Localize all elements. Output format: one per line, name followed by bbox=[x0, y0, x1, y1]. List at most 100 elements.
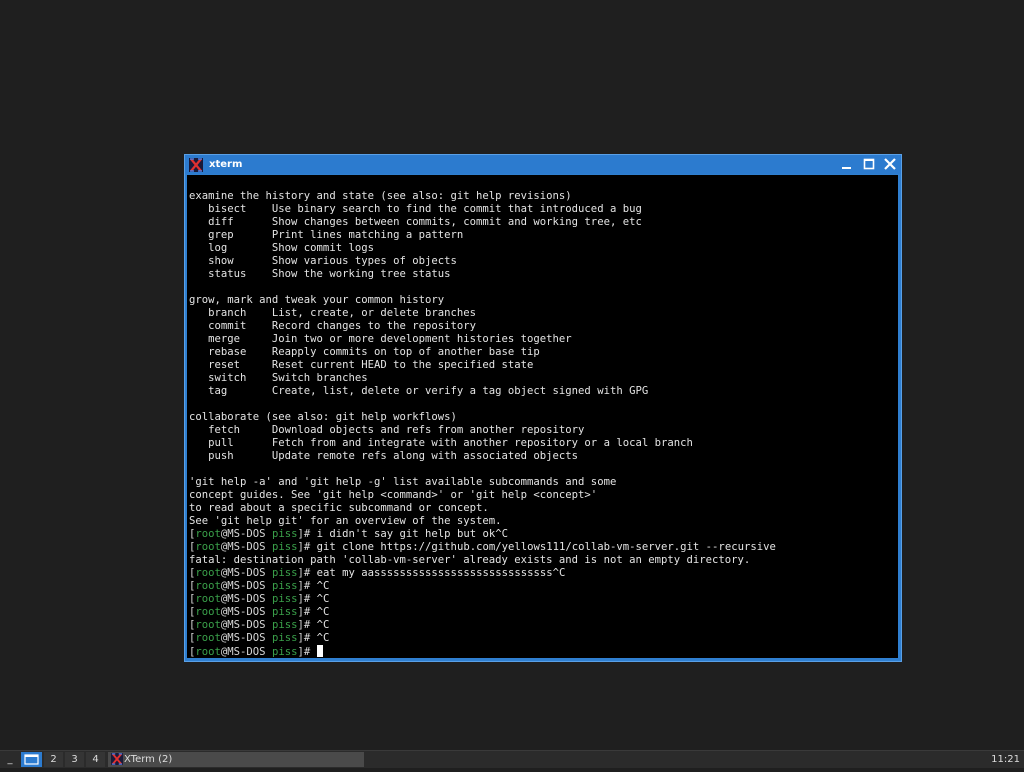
prompt-punctuation: ]# bbox=[297, 541, 317, 553]
terminal-prompt-line: [root@MS-DOS piss]# ^C bbox=[189, 632, 776, 645]
terminal-line: diff Show changes between commits, commi… bbox=[189, 216, 642, 228]
terminal-prompt-line: [root@MS-DOS piss]# ^C bbox=[189, 593, 776, 606]
minimize-icon[interactable] bbox=[839, 157, 855, 172]
prompt-punctuation: ]# bbox=[297, 593, 317, 605]
prompt-dir: piss bbox=[271, 619, 298, 631]
terminal-line: bisect Use binary search to find the com… bbox=[189, 203, 642, 215]
prompt-user: root bbox=[195, 593, 221, 605]
prompt-dir: piss bbox=[271, 541, 298, 553]
window-title: xterm bbox=[209, 159, 243, 170]
terminal-line: fatal: destination path 'collab-vm-serve… bbox=[189, 554, 751, 566]
terminal-line: grep Print lines matching a pattern bbox=[189, 229, 464, 241]
terminal-line: to read about a specific subcommand or c… bbox=[189, 502, 489, 514]
close-icon[interactable] bbox=[882, 157, 898, 172]
prompt-host: MS-DOS bbox=[227, 593, 266, 605]
desktop: xterm examine the history and state (see… bbox=[0, 0, 1024, 750]
prompt-command: eat my aassssssssssssssssssssssssssss^C bbox=[316, 567, 566, 579]
desktop-switcher-1[interactable] bbox=[21, 752, 42, 767]
prompt-host: MS-DOS bbox=[227, 646, 266, 658]
terminal-line: pull Fetch from and integrate with anoth… bbox=[189, 437, 693, 449]
prompt-user: root bbox=[195, 541, 221, 553]
prompt-command: ^C bbox=[316, 606, 330, 618]
terminal-line: reset Reset current HEAD to the specifie… bbox=[189, 359, 534, 371]
prompt-dir: piss bbox=[271, 632, 298, 644]
terminal-line: branch List, create, or delete branches bbox=[189, 307, 477, 319]
terminal-line: tag Create, list, delete or verify a tag… bbox=[189, 385, 649, 397]
prompt-host: MS-DOS bbox=[227, 541, 266, 553]
terminal-line: collaborate (see also: git help workflow… bbox=[189, 411, 457, 423]
maximize-icon[interactable] bbox=[861, 157, 877, 172]
prompt-dir: piss bbox=[271, 646, 298, 658]
terminal-line: rebase Reapply commits on top of another… bbox=[189, 346, 540, 358]
prompt-host: MS-DOS bbox=[227, 632, 266, 644]
prompt-dir: piss bbox=[271, 593, 298, 605]
prompt-punctuation: ]# bbox=[297, 567, 317, 579]
prompt-command: i didn't say git help but ok^C bbox=[316, 528, 508, 540]
taskbar-task-xterm[interactable]: XTerm (2) bbox=[108, 752, 364, 767]
prompt-user: root bbox=[195, 632, 221, 644]
prompt-dir: piss bbox=[271, 606, 298, 618]
prompt-punctuation: ]# bbox=[297, 632, 317, 644]
prompt-host: MS-DOS bbox=[227, 567, 266, 579]
desktop-switcher-3[interactable]: 3 bbox=[65, 752, 84, 767]
taskbar-task-label: XTerm (2) bbox=[124, 754, 173, 765]
taskbar: _ 2 3 4 XTerm (2) 11:21 bbox=[0, 750, 1024, 768]
prompt-user: root bbox=[195, 619, 221, 631]
terminal-line: show Show various types of objects bbox=[189, 255, 457, 267]
prompt-punctuation: ]# bbox=[297, 528, 317, 540]
prompt-punctuation: ]# bbox=[297, 606, 317, 618]
terminal-prompt-line: [root@MS-DOS piss]# ^C bbox=[189, 619, 776, 632]
terminal-prompt-line: [root@MS-DOS piss]# bbox=[189, 645, 776, 658]
terminal-line: concept guides. See 'git help <command>'… bbox=[189, 489, 598, 501]
title-bar[interactable]: xterm bbox=[185, 155, 901, 174]
prompt-user: root bbox=[195, 567, 221, 579]
xterm-window[interactable]: xterm examine the history and state (see… bbox=[184, 154, 902, 662]
terminal-line: 'git help -a' and 'git help -g' list ava… bbox=[189, 476, 617, 488]
prompt-dir: piss bbox=[271, 528, 298, 540]
prompt-punctuation: ]# bbox=[297, 619, 317, 631]
desktop-switcher-2[interactable]: 2 bbox=[44, 752, 63, 767]
terminal-line: status Show the working tree status bbox=[189, 268, 451, 280]
terminal-line: log Show commit logs bbox=[189, 242, 374, 254]
terminal-line: merge Join two or more development histo… bbox=[189, 333, 572, 345]
prompt-host: MS-DOS bbox=[227, 606, 266, 618]
terminal-line: examine the history and state (see also:… bbox=[189, 190, 572, 202]
prompt-command: ^C bbox=[316, 632, 330, 644]
terminal-lines: examine the history and state (see also:… bbox=[189, 190, 776, 658]
terminal-prompt-line: [root@MS-DOS piss]# ^C bbox=[189, 606, 776, 619]
prompt-user: root bbox=[195, 528, 221, 540]
prompt-user: root bbox=[195, 646, 221, 658]
prompt-command: ^C bbox=[316, 619, 330, 631]
terminal-line: See 'git help git' for an overview of th… bbox=[189, 515, 502, 527]
terminal-line: push Update remote refs along with assoc… bbox=[189, 450, 579, 462]
terminal-prompt-line: [root@MS-DOS piss]# ^C bbox=[189, 580, 776, 593]
terminal-output[interactable]: examine the history and state (see also:… bbox=[187, 175, 898, 658]
terminal-prompt-line: [root@MS-DOS piss]# eat my aasssssssssss… bbox=[189, 567, 776, 580]
terminal-prompt-line: [root@MS-DOS piss]# git clone https://gi… bbox=[189, 541, 776, 554]
xterm-icon bbox=[111, 753, 123, 765]
prompt-punctuation: ]# bbox=[297, 646, 317, 658]
prompt-command: ^C bbox=[316, 593, 330, 605]
terminal-line: switch Switch branches bbox=[189, 372, 368, 384]
taskbar-menu-button[interactable]: _ bbox=[2, 752, 18, 767]
terminal-prompt-line: [root@MS-DOS piss]# i didn't say git hel… bbox=[189, 528, 776, 541]
prompt-host: MS-DOS bbox=[227, 528, 266, 540]
terminal-line: grow, mark and tweak your common history bbox=[189, 294, 445, 306]
taskbar-clock: 11:21 bbox=[991, 754, 1020, 765]
terminal-line: fetch Download objects and refs from ano… bbox=[189, 424, 585, 436]
prompt-user: root bbox=[195, 580, 221, 592]
prompt-host: MS-DOS bbox=[227, 619, 266, 631]
prompt-command: git clone https://github.com/yellows111/… bbox=[316, 541, 776, 553]
prompt-host: MS-DOS bbox=[227, 580, 266, 592]
prompt-punctuation: ]# bbox=[297, 580, 317, 592]
desktop-switcher-4[interactable]: 4 bbox=[86, 752, 105, 767]
prompt-command: ^C bbox=[316, 580, 330, 592]
prompt-dir: piss bbox=[271, 567, 298, 579]
prompt-dir: piss bbox=[271, 580, 298, 592]
xterm-icon bbox=[189, 157, 203, 172]
prompt-user: root bbox=[195, 606, 221, 618]
terminal-line: commit Record changes to the repository bbox=[189, 320, 477, 332]
